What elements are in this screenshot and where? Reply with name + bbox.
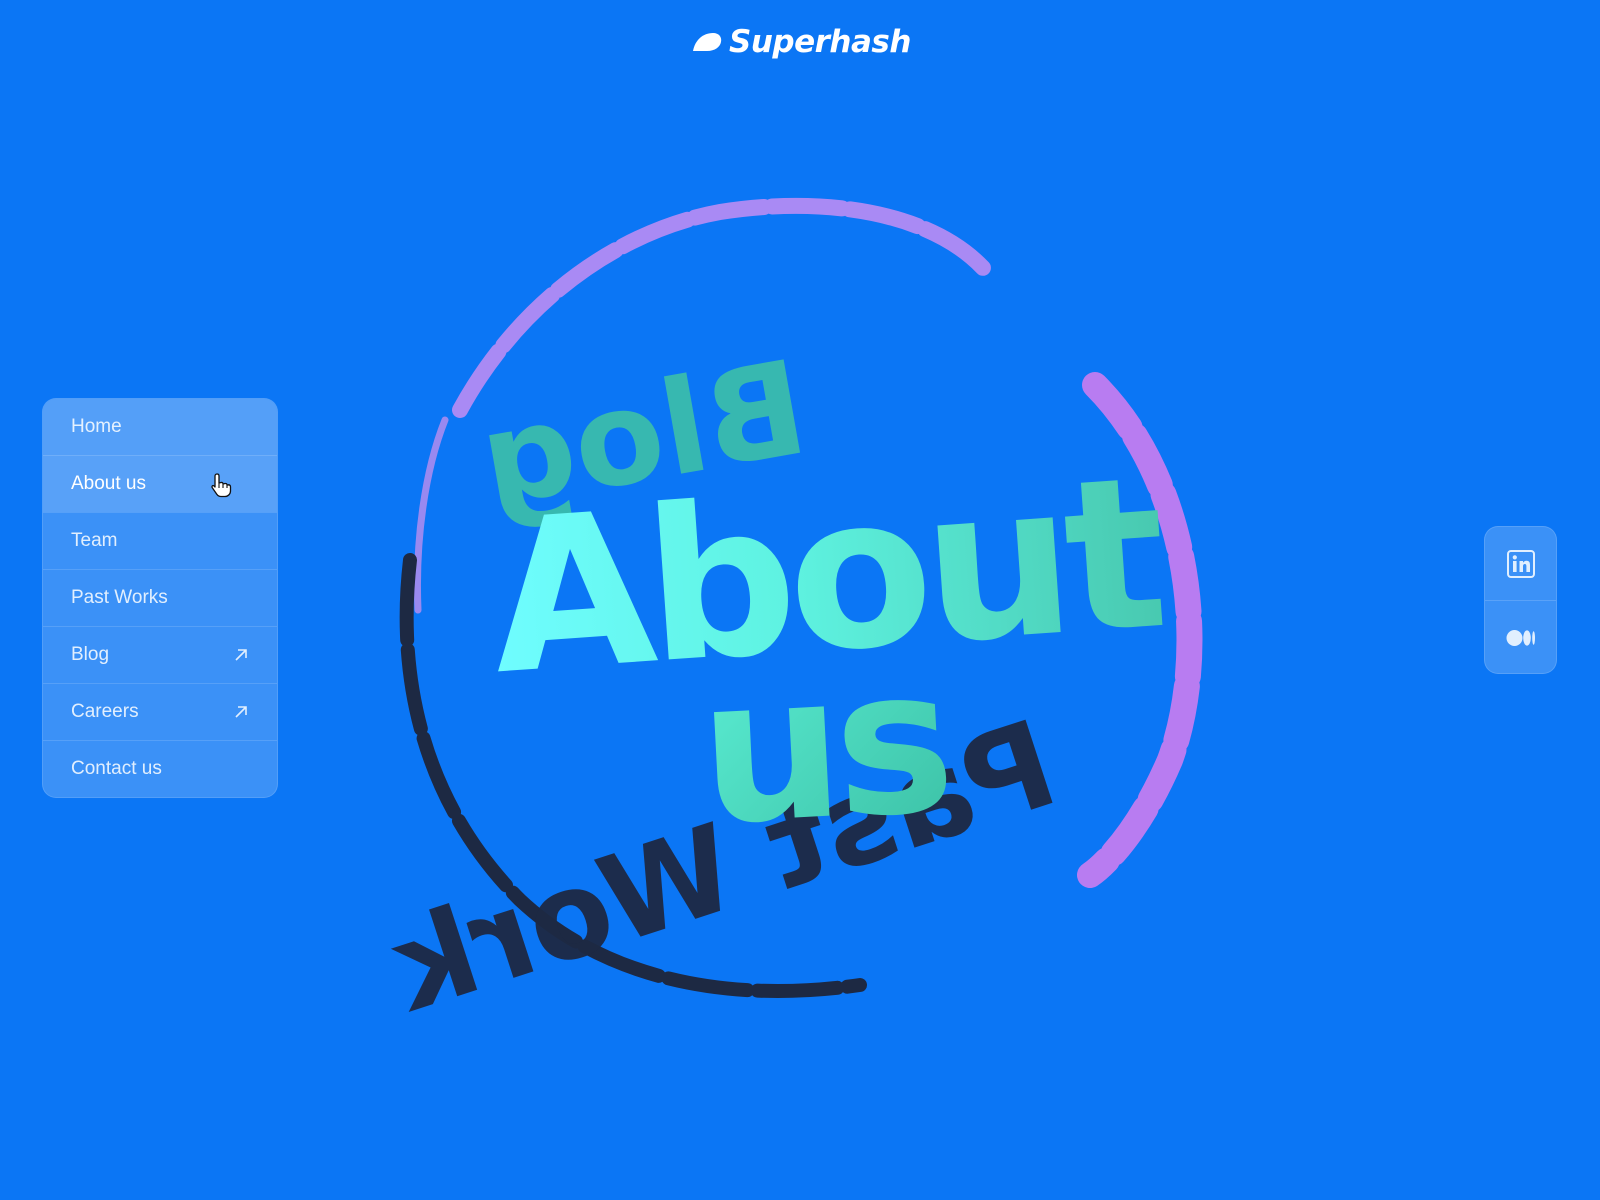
arrow-up-right-icon — [235, 706, 247, 718]
nav-item-past-works[interactable]: Past Works — [43, 569, 277, 626]
arrow-up-right-icon — [235, 649, 247, 661]
nav-item-label: Past Works — [71, 587, 168, 608]
social-links-panel — [1484, 526, 1557, 674]
main-nav-menu: Home About us Team Past Works Blog Caree… — [42, 398, 278, 798]
nav-item-careers[interactable]: Careers — [43, 683, 277, 740]
nav-item-label: Careers — [71, 701, 139, 722]
nav-item-label: Team — [71, 530, 118, 551]
nav-item-contact-us[interactable]: Contact us — [43, 740, 277, 797]
nav-item-team[interactable]: Team — [43, 512, 277, 569]
nav-item-about-us[interactable]: About us — [43, 455, 277, 512]
nav-item-label: About us — [71, 473, 146, 494]
nav-item-label: Home — [71, 416, 122, 437]
medium-icon — [1506, 629, 1535, 646]
orbit-arc-purple-left — [414, 416, 449, 614]
nav-item-blog[interactable]: Blog — [43, 626, 277, 683]
nav-item-label: Blog — [71, 644, 110, 665]
nav-item-home[interactable]: Home — [43, 399, 277, 455]
hand-pointer-icon — [211, 473, 232, 498]
hero-title-line2: us — [694, 625, 951, 871]
linkedin-icon — [1506, 549, 1535, 578]
medium-button[interactable] — [1485, 600, 1556, 674]
linkedin-button[interactable] — [1485, 527, 1556, 600]
nav-item-label: Contact us — [71, 758, 162, 779]
